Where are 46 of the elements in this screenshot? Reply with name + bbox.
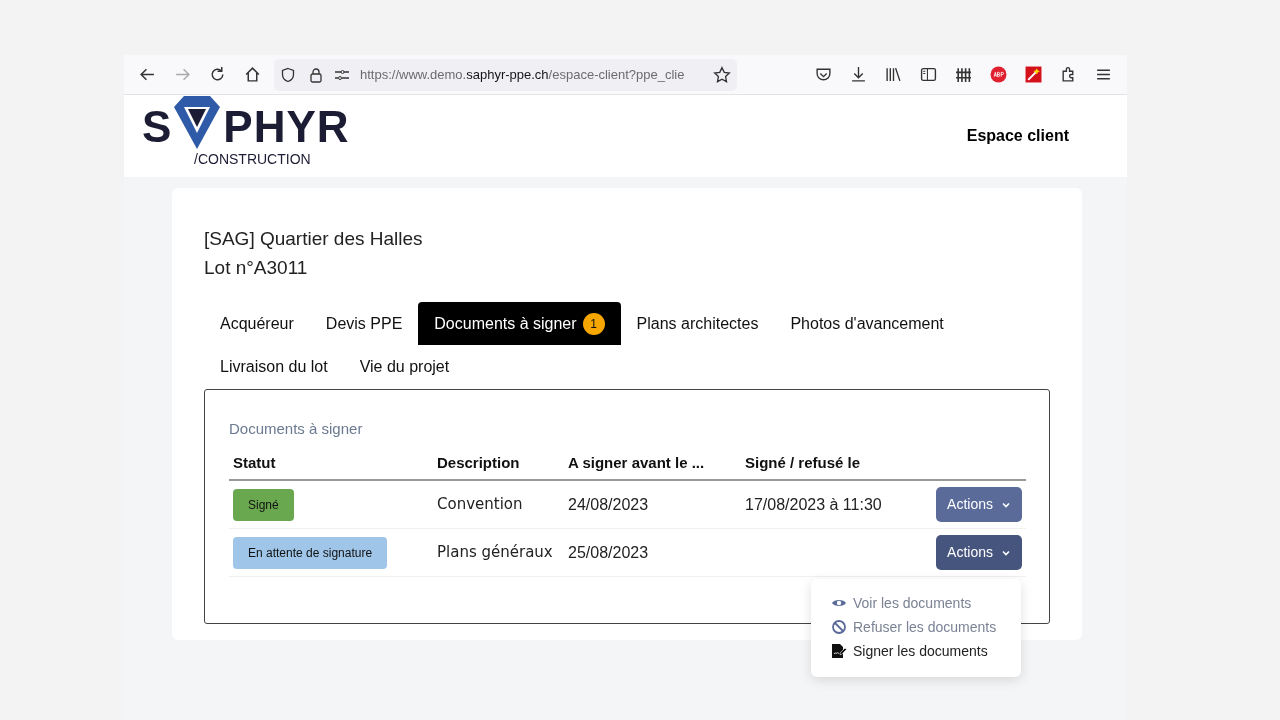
nav-link[interactable]: Espace client — [966, 124, 1069, 148]
logo-text: PHYR — [223, 104, 350, 149]
adblock-icon[interactable] — [990, 66, 1007, 83]
column-header: Statut — [229, 446, 433, 480]
tab[interactable]: Livraison du lot — [204, 345, 344, 388]
lock-icon — [308, 66, 324, 83]
back-icon[interactable] — [139, 66, 156, 83]
url-text: https://www.demo.saphyr-ppe.ch/espace-client?ppe_clie — [360, 65, 686, 84]
tab[interactable]: Devis PPE — [309, 302, 419, 345]
status-tag: En attente de signature — [233, 536, 388, 569]
column-header: A signer avant le ... — [564, 446, 741, 480]
fence-icon[interactable] — [955, 66, 972, 83]
count-badge: 1 — [582, 312, 605, 335]
download-icon[interactable] — [850, 66, 867, 83]
tab[interactable]: Vie du projet — [343, 345, 466, 388]
tab[interactable]: Plans architectes — [620, 302, 775, 345]
menu-item[interactable]: Signer les documents — [831, 639, 988, 663]
reload-icon[interactable] — [209, 66, 226, 83]
table-cell: Convention — [433, 480, 564, 529]
star-icon[interactable] — [713, 65, 731, 84]
logo-subtitle: /CONSTRUCTION — [194, 149, 312, 169]
sidebar-icon[interactable] — [920, 66, 937, 83]
table-cell: 24/08/2023 — [564, 480, 741, 529]
table-cell: 25/08/2023 — [564, 528, 741, 577]
actions-button[interactable]: Actions — [936, 535, 1022, 570]
wand-icon[interactable] — [1025, 66, 1042, 83]
prohibited-icon — [831, 619, 847, 635]
tab[interactable]: Photos d'avancement — [774, 302, 960, 345]
column-header: Signé / refusé le — [741, 446, 931, 480]
library-icon[interactable] — [885, 66, 902, 83]
pocket-icon[interactable] — [815, 66, 832, 83]
table-cell: Plans généraux — [433, 528, 564, 577]
signature-icon — [831, 643, 847, 659]
tab[interactable]: Documents à signer 1 — [418, 302, 621, 345]
home-icon[interactable] — [244, 66, 261, 83]
address-bar[interactable]: https://www.demo.saphyr-ppe.ch/espace-client?ppe_clie — [274, 58, 737, 91]
lot-number: Lot n°A3011 — [204, 256, 309, 280]
table-cell: 17/08/2023 à 11:30 — [741, 480, 931, 529]
column-header: Description — [433, 446, 564, 480]
actions-button[interactable]: Actions — [936, 487, 1022, 522]
shield-icon — [280, 66, 296, 83]
logo-text: S — [142, 104, 173, 149]
panel-caption: Documents à signer — [229, 419, 364, 439]
status-tag: Signé — [233, 488, 294, 521]
project-title: [SAG] Quartier des Halles — [204, 227, 424, 251]
tab[interactable]: Acquéreur — [204, 302, 310, 345]
